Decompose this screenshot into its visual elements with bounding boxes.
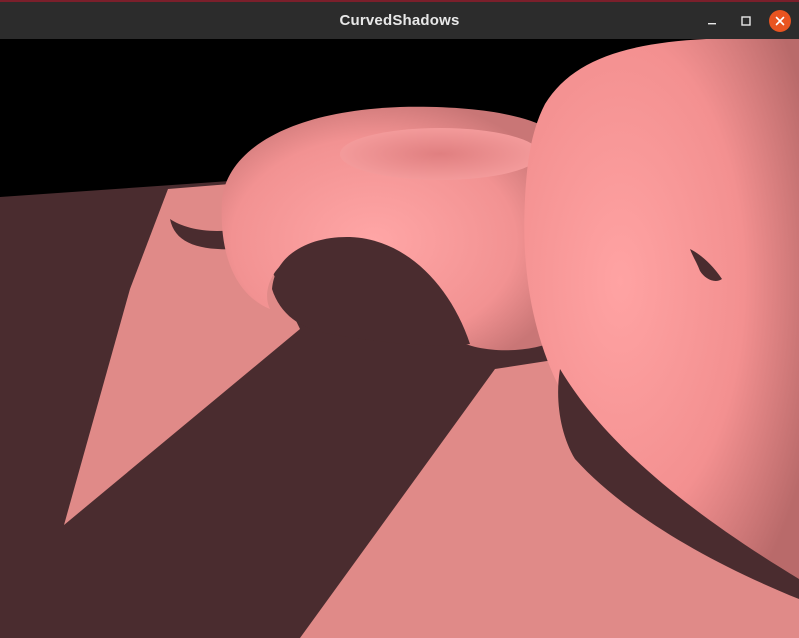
scene-canvas (0, 39, 799, 638)
minimize-button[interactable] (701, 10, 723, 32)
close-icon (774, 15, 786, 27)
close-button[interactable] (769, 10, 791, 32)
maximize-button[interactable] (735, 10, 757, 32)
title-bar[interactable]: CurvedShadows (0, 0, 799, 39)
window-controls (701, 10, 791, 32)
maximize-icon (740, 15, 752, 27)
app-window: CurvedShadows (0, 0, 799, 638)
torus-hole (340, 128, 540, 180)
minimize-icon (706, 15, 718, 27)
render-viewport[interactable] (0, 39, 799, 638)
window-title: CurvedShadows (339, 12, 460, 29)
